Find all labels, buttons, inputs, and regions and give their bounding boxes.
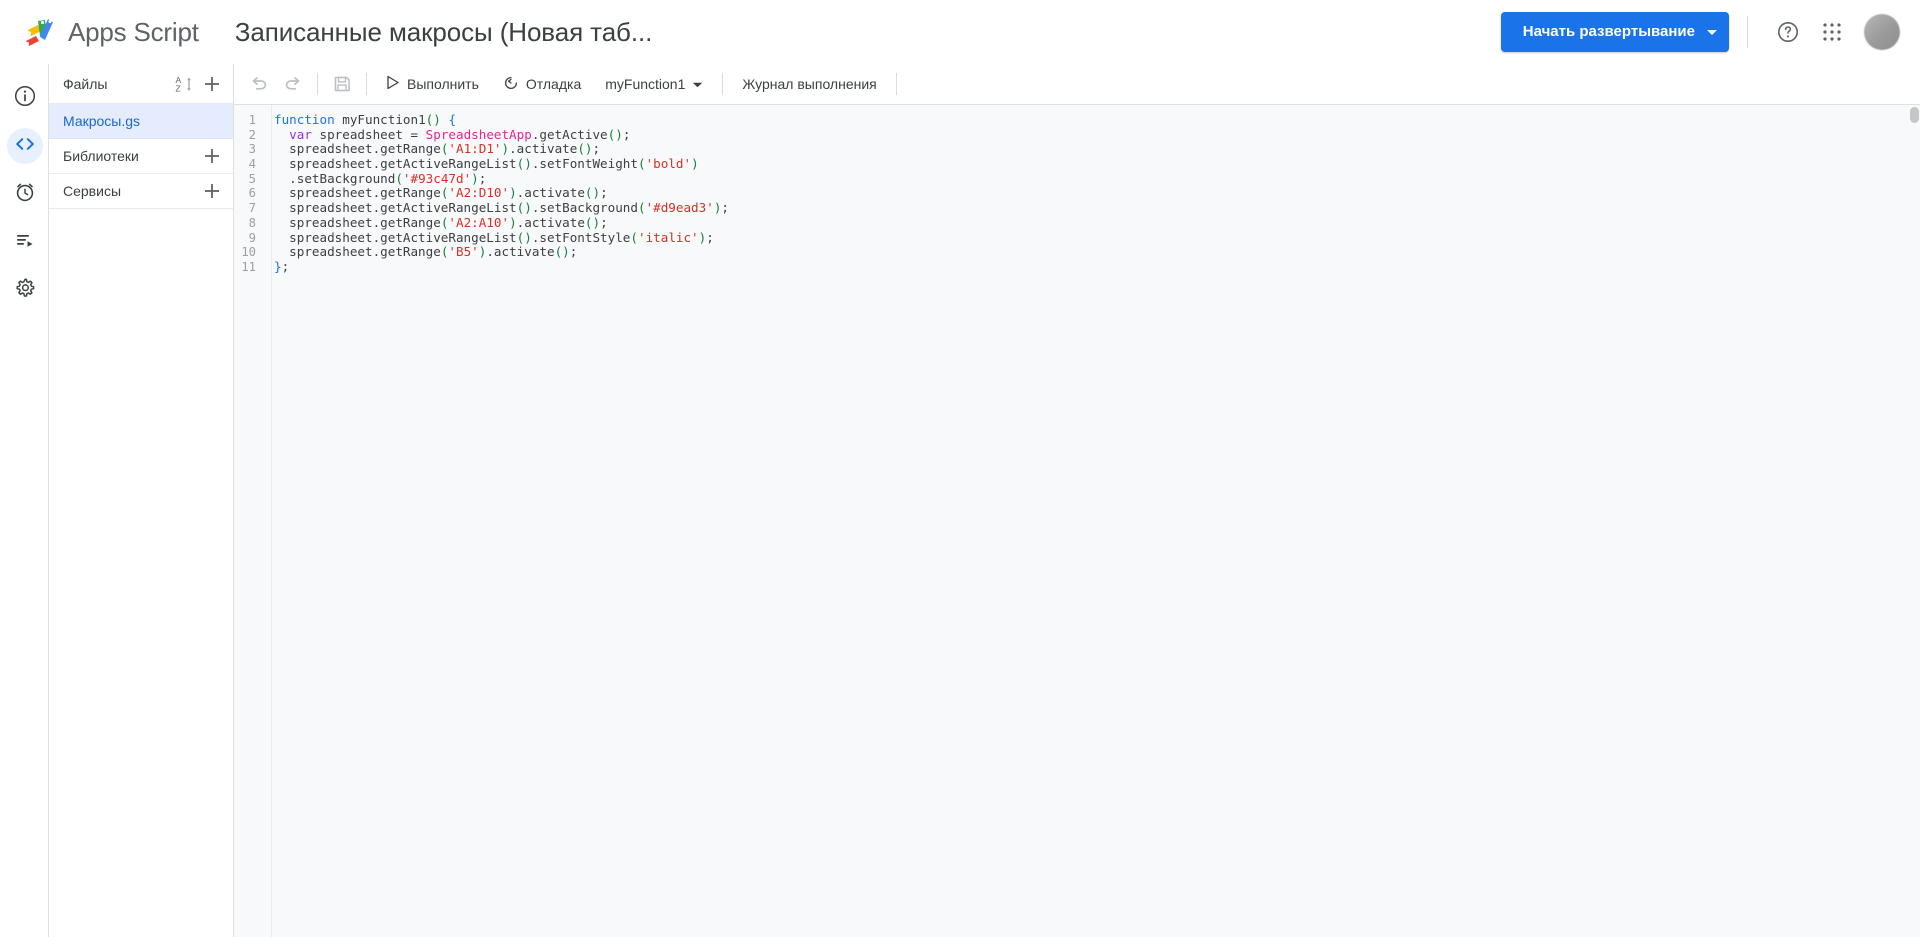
run-button-label: Выполнить <box>407 76 479 92</box>
code-line-source: .setBackground('#93c47d'); <box>274 170 487 186</box>
code-editor[interactable]: 1 function myFunction1() {2 var spreadshe… <box>234 105 1920 937</box>
function-selector[interactable]: myFunction1 <box>593 68 715 100</box>
code-line: 10 spreadsheet.getRange('B5').activate()… <box>234 244 1920 260</box>
page-title[interactable]: Записанные макросы (Новая таб... <box>235 17 653 48</box>
code-line: 2 var spreadsheet = SpreadsheetApp.getAc… <box>234 126 1920 143</box>
line-number: 7 <box>248 201 256 216</box>
top-bar-actions: Начать развертывание <box>1500 0 1906 64</box>
sidebar-item-executions[interactable] <box>0 218 49 266</box>
file-panel-title: Файлы <box>63 75 108 92</box>
section-libraries[interactable]: Библиотеки <box>49 139 233 174</box>
file-panel: Файлы A Z Макросы.gs Библиотеки Сервисы <box>49 64 234 937</box>
deploy-button-label: Начать развертывание <box>1522 23 1695 40</box>
line-number: 2 <box>248 127 256 142</box>
debug-icon <box>503 75 519 94</box>
code-line: 11}; <box>234 258 1920 275</box>
section-services-label: Сервисы <box>63 183 122 199</box>
left-icon-rail <box>0 64 49 937</box>
debug-button-label: Отладка <box>525 76 582 92</box>
sidebar-item-overview[interactable] <box>0 74 49 122</box>
add-library-icon[interactable] <box>199 143 225 169</box>
code-line: 8 spreadsheet.getRange('A2:A10').activat… <box>234 214 1920 231</box>
line-number: 6 <box>248 186 256 201</box>
top-app-bar: Apps Script Записанные макросы (Новая та… <box>0 0 1920 64</box>
divider <box>722 73 724 95</box>
code-line-source: function myFunction1() { <box>274 112 457 127</box>
play-icon <box>386 75 400 93</box>
brand-title: Apps Script <box>68 16 199 47</box>
code-line-source: spreadsheet.getActiveRangeList().setFont… <box>274 156 699 172</box>
code-line-source: }; <box>274 258 290 274</box>
line-number: 3 <box>248 142 256 157</box>
clock-icon <box>13 180 37 209</box>
chevron-down-icon[interactable] <box>1695 12 1729 52</box>
line-number: 9 <box>248 230 256 245</box>
brand-area[interactable]: Apps Script <box>22 0 199 64</box>
editor-toolbar: Выполнить Отладка myFunction1 Журнал вып… <box>234 64 1920 105</box>
line-number: 11 <box>241 259 256 274</box>
code-line-source: spreadsheet.getRange('A1:D1').activate()… <box>274 141 601 157</box>
code-line-source: spreadsheet.getRange('A2:A10').activate(… <box>274 214 608 230</box>
section-libraries-label: Библиотеки <box>63 148 139 164</box>
code-icon <box>13 132 37 161</box>
divider <box>1747 16 1748 48</box>
divider <box>366 73 367 95</box>
avatar[interactable] <box>1864 14 1900 50</box>
sort-az-icon[interactable]: A Z <box>171 71 197 97</box>
code-line: 5 .setBackground('#93c47d'); <box>234 170 1920 187</box>
info-icon <box>13 84 37 113</box>
line-number: 4 <box>248 157 256 172</box>
line-number: 1 <box>248 113 256 127</box>
file-item-label: Макросы.gs <box>63 113 141 129</box>
code-line: 6 spreadsheet.getRange('A2:D10').activat… <box>234 186 1920 201</box>
function-selector-label: myFunction1 <box>605 76 686 92</box>
file-panel-header: Файлы A Z <box>49 64 233 104</box>
editor-vertical-scrollbar[interactable] <box>1908 105 1920 937</box>
line-number: 8 <box>248 215 256 230</box>
save-icon[interactable] <box>325 68 359 100</box>
add-service-icon[interactable] <box>199 178 225 204</box>
deploy-button[interactable]: Начать развертывание <box>1500 12 1729 52</box>
execution-log-button[interactable]: Журнал выполнения <box>730 68 888 100</box>
code-line-source: spreadsheet.getRange('A2:D10').activate(… <box>274 185 608 201</box>
section-services[interactable]: Сервисы <box>49 174 233 209</box>
line-number: 10 <box>241 245 256 260</box>
sidebar-item-settings[interactable] <box>0 266 49 314</box>
help-circle-icon[interactable] <box>1766 10 1810 54</box>
add-file-icon[interactable] <box>199 71 225 97</box>
gear-icon <box>13 276 37 305</box>
code-line-source: spreadsheet.getRange('B5').activate(); <box>274 244 578 260</box>
code-line: 3 spreadsheet.getRange('A1:D1').activate… <box>234 142 1920 157</box>
editor-area: Выполнить Отладка myFunction1 Журнал вып… <box>234 64 1920 937</box>
code-line-source: spreadsheet.getActiveRangeList().setBack… <box>274 200 729 216</box>
divider <box>317 73 318 95</box>
undo-icon[interactable] <box>242 68 276 100</box>
sidebar-item-editor[interactable] <box>0 122 49 170</box>
code-line-source: var spreadsheet = SpreadsheetApp.getActi… <box>289 126 631 142</box>
code-line: 7 spreadsheet.getActiveRangeList().setBa… <box>234 200 1920 216</box>
run-button[interactable]: Выполнить <box>374 68 491 100</box>
code-line: 4 spreadsheet.getActiveRangeList().setFo… <box>234 156 1920 172</box>
file-item-macros[interactable]: Макросы.gs <box>49 104 233 139</box>
sidebar-item-triggers[interactable] <box>0 170 49 218</box>
apps-grid-icon[interactable] <box>1810 10 1854 54</box>
debug-button[interactable]: Отладка <box>491 68 593 100</box>
svg-text:Z: Z <box>176 83 181 93</box>
divider <box>895 73 897 95</box>
code-line: 9 spreadsheet.getActiveRangeList().setFo… <box>234 229 1920 246</box>
code-line-source: spreadsheet.getActiveRangeList().setFont… <box>274 229 714 245</box>
redo-icon[interactable] <box>276 68 310 100</box>
code-content[interactable]: 1 function myFunction1() {2 var spreadshe… <box>234 112 1920 275</box>
execution-log-label: Журнал выполнения <box>742 76 877 92</box>
line-number: 5 <box>248 171 256 186</box>
scrollbar-thumb[interactable] <box>1910 107 1919 123</box>
executions-icon <box>13 228 37 257</box>
code-line: 1 function myFunction1() { <box>234 112 1920 128</box>
chevron-down-icon <box>692 76 703 92</box>
apps-script-logo-icon <box>22 17 56 47</box>
